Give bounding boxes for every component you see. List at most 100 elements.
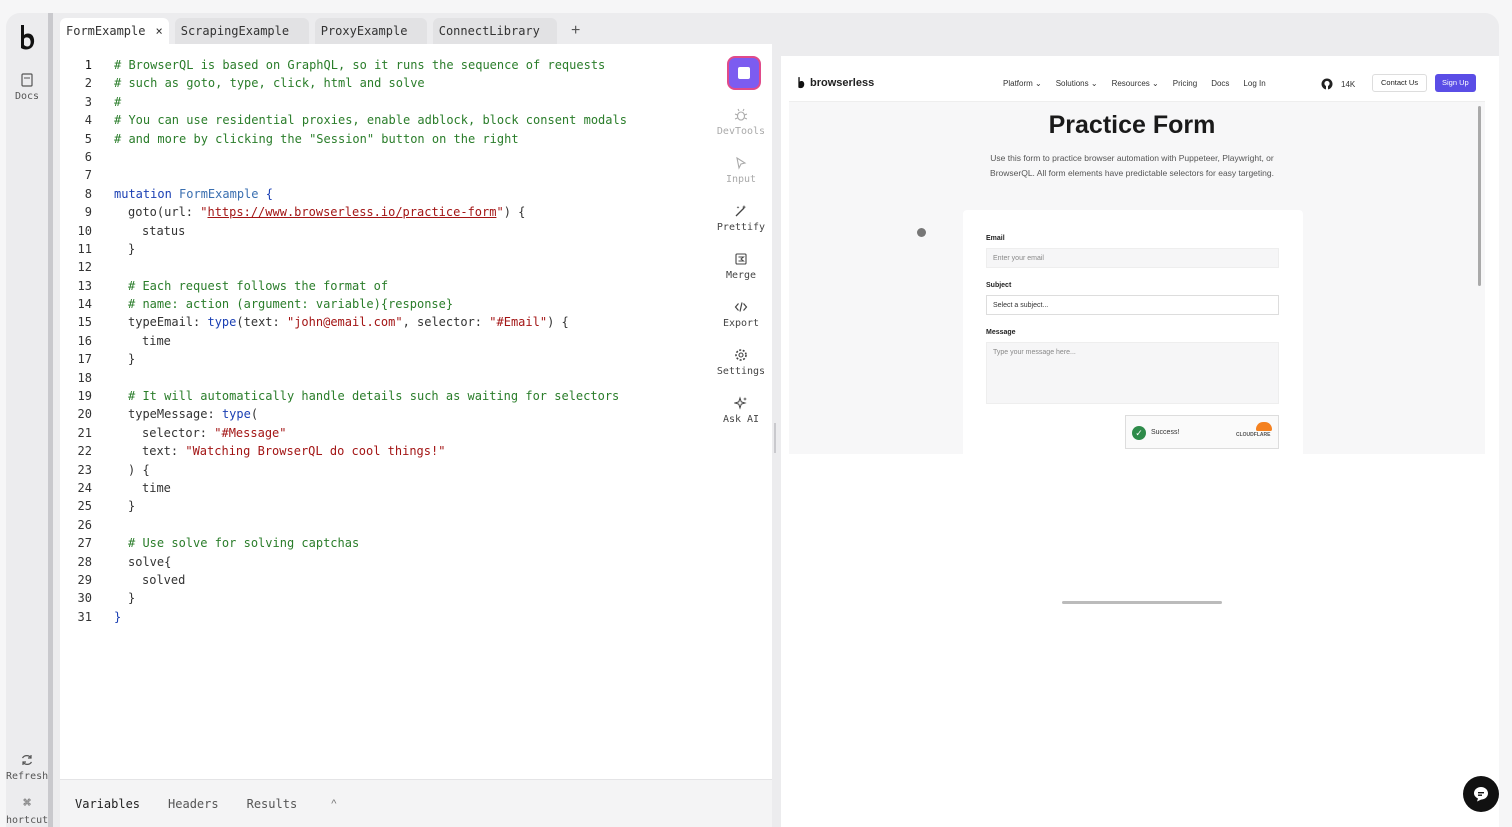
refresh-label: Refresh [6, 771, 49, 782]
code-line: typeEmail: type(text: "john@email.com", … [128, 315, 569, 330]
site-nav-links: Platform ⌄ Solutions ⌄ Resources ⌄ Prici… [1003, 79, 1266, 88]
github-icon [1321, 78, 1333, 90]
code-line: } [128, 591, 136, 606]
tab-connect-library[interactable]: ConnectLibrary [432, 18, 557, 44]
add-tab-button[interactable]: + [563, 18, 589, 44]
captcha-status: Success! [1151, 429, 1180, 436]
nav-resources[interactable]: Resources ⌄ [1112, 79, 1159, 88]
code-editor[interactable]: 1 # BrowserQL is based on GraphQL, so it … [60, 44, 772, 779]
export-button[interactable]: Export [711, 300, 771, 329]
devtools-button[interactable]: DevTools [711, 108, 771, 137]
tab-variables[interactable]: Variables [75, 797, 140, 811]
nav-platform[interactable]: Platform ⌄ [1003, 79, 1042, 88]
merge-icon [735, 253, 747, 265]
subject-label: Subject [986, 282, 1012, 289]
docs-button[interactable]: Docs [6, 73, 48, 102]
code-line: time [142, 480, 171, 495]
form-card: Email Enter your email Subject Select a … [963, 210, 1303, 454]
code-line: } [128, 352, 136, 367]
code-line: solve{ [128, 554, 172, 569]
sign-up-button[interactable]: Sign Up [1435, 74, 1476, 92]
browserless-logo-icon [798, 77, 805, 89]
code-line: solved [142, 572, 186, 587]
email-field[interactable]: Enter your email [986, 248, 1279, 268]
tab-label: ScrapingExample [180, 24, 290, 38]
ask-ai-label: Ask AI [722, 414, 760, 425]
prettify-label: Prettify [716, 222, 766, 233]
subject-select[interactable]: Select a subject... [986, 295, 1279, 315]
sparkle-icon [734, 396, 747, 410]
code-lines[interactable]: 1 # BrowserQL is based on GraphQL, so it … [60, 56, 627, 626]
tab-results[interactable]: Results [247, 797, 298, 811]
nav-pricing[interactable]: Pricing [1173, 79, 1197, 88]
nav-docs[interactable]: Docs [1211, 79, 1229, 88]
code-icon [734, 302, 748, 312]
code-line: time [142, 333, 171, 348]
code-line: # and more by clicking the "Session" but… [114, 131, 519, 146]
captcha-brand: CLOUDFLARE [1236, 432, 1271, 438]
chevron-up-icon[interactable]: ^ [331, 798, 336, 810]
check-icon: ✓ [1132, 426, 1146, 440]
browser-preview: browserless Platform ⌄ Solutions ⌄ Resou… [781, 56, 1499, 827]
tab-label: ConnectLibrary [438, 24, 540, 38]
code-line: # [114, 94, 122, 109]
devtools-label: DevTools [716, 126, 766, 137]
bug-icon [734, 108, 748, 121]
message-textarea[interactable]: Type your message here... [986, 342, 1279, 404]
shortcut-label: hortcut [6, 815, 49, 826]
merge-button[interactable]: Merge [711, 252, 771, 281]
chat-support-button[interactable] [1463, 776, 1499, 812]
input-label: Input [725, 174, 757, 185]
settings-button[interactable]: Settings [711, 348, 771, 377]
code-line: mutation FormExample { [114, 186, 273, 201]
code-line: status [142, 223, 186, 238]
code-line: # You can use residential proxies, enabl… [114, 113, 627, 128]
tab-scraping-example[interactable]: ScrapingExample [174, 18, 309, 44]
book-icon [21, 73, 33, 87]
browserless-logo-icon[interactable] [18, 23, 38, 53]
stop-icon [738, 67, 750, 79]
site-navbar: browserless Platform ⌄ Solutions ⌄ Resou… [789, 66, 1485, 102]
pane-resize-handle[interactable] [774, 423, 776, 453]
nav-solutions[interactable]: Solutions ⌄ [1056, 79, 1098, 88]
contact-us-button[interactable]: Contact Us [1372, 74, 1428, 92]
github-stars[interactable]: 14K [1321, 78, 1355, 90]
code-line: } [128, 241, 136, 256]
tab-proxy-example[interactable]: ProxyExample [314, 18, 427, 44]
live-page-view[interactable]: browserless Platform ⌄ Solutions ⌄ Resou… [789, 66, 1485, 454]
code-line: } [128, 499, 136, 514]
email-label: Email [986, 235, 1005, 242]
docs-label: Docs [14, 91, 40, 102]
cloudflare-logo-icon [1256, 422, 1272, 431]
command-icon: ⌘ [23, 796, 31, 811]
prettify-button[interactable]: Prettify [711, 204, 771, 233]
nav-login[interactable]: Log In [1243, 79, 1265, 88]
preview-horizontal-scrollbar[interactable] [1062, 601, 1222, 604]
refresh-button[interactable]: Refresh [6, 753, 48, 782]
tab-headers[interactable]: Headers [168, 797, 219, 811]
code-line: typeMessage: type( [128, 407, 259, 422]
code-line: selector: "#Message" [142, 425, 287, 440]
query-tabs: FormExample × ScrapingExample ProxyExamp… [60, 18, 589, 44]
tab-form-example[interactable]: FormExample × [60, 18, 169, 44]
rail-divider[interactable] [48, 13, 53, 827]
shortcuts-button[interactable]: ⌘ hortcut [6, 796, 49, 827]
refresh-icon [21, 755, 33, 765]
page-scrollbar[interactable] [1478, 106, 1481, 286]
code-line: ) { [128, 462, 150, 477]
stop-run-button[interactable] [727, 56, 761, 90]
input-button[interactable]: Input [711, 156, 771, 185]
ask-ai-button[interactable]: Ask AI [711, 396, 771, 425]
close-icon[interactable]: × [155, 24, 162, 38]
message-label: Message [986, 329, 1016, 336]
mouse-cursor-indicator [917, 228, 926, 237]
site-brand[interactable]: browserless [797, 76, 874, 90]
code-line: # BrowserQL is based on GraphQL, so it r… [114, 58, 606, 72]
code-line: goto(url: "https://www.browserless.io/pr… [128, 205, 526, 220]
code-line: # Use solve for solving captchas [128, 536, 360, 551]
star-count: 14K [1341, 79, 1356, 89]
code-line: # name: action (argument: variable){resp… [128, 297, 454, 312]
captcha-widget[interactable]: ✓ Success! CLOUDFLARE [1125, 415, 1279, 449]
app-window: Docs Refresh ⌘ hortcut FormExample × Scr… [6, 13, 1499, 827]
gear-icon [735, 349, 747, 361]
